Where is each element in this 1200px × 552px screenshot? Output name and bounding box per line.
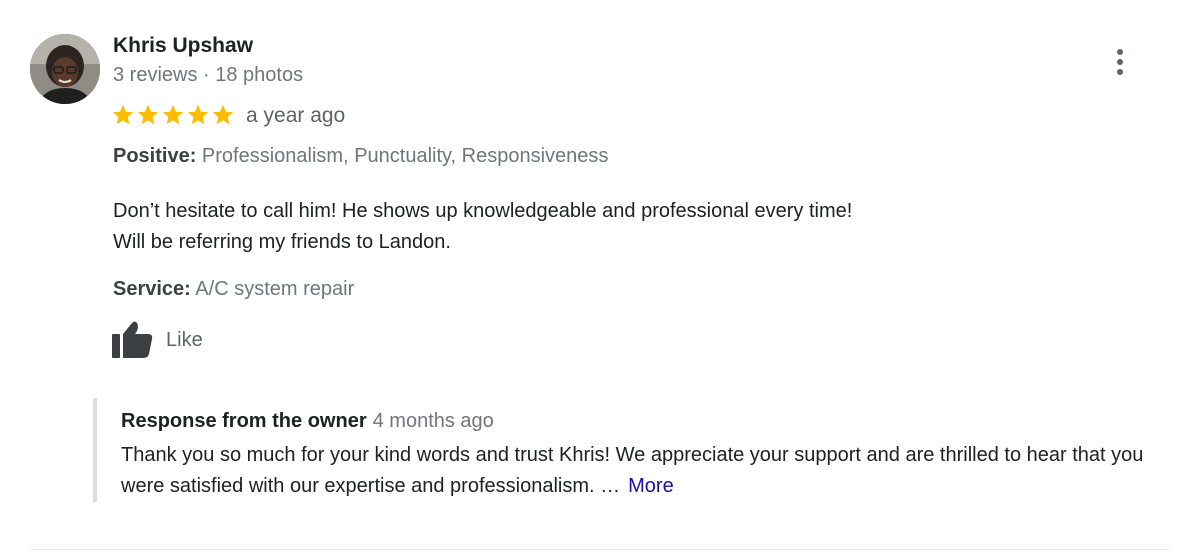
service-key: Service: xyxy=(113,278,191,300)
owner-response-text: Thank you so much for your kind words an… xyxy=(121,440,1171,502)
positive-value: Professionalism, Punctuality, Responsive… xyxy=(201,145,609,167)
star-icon xyxy=(211,103,235,129)
reviewer-meta[interactable]: 3 reviews · 18 photos xyxy=(113,64,303,87)
like-button[interactable]: Like xyxy=(110,320,203,360)
review-text-line: Don’t hesitate to call him! He shows up … xyxy=(113,200,853,222)
owner-response-date: 4 months ago xyxy=(372,410,494,432)
owner-response: Response from the owner 4 months ago Than… xyxy=(93,398,1177,502)
positive-attributes: Positive: Professionalism, Punctuality, … xyxy=(113,145,608,168)
avatar[interactable] xyxy=(30,34,100,104)
service-attribute: Service: A/C system repair xyxy=(113,278,354,301)
owner-response-title: Response from the owner xyxy=(121,410,367,432)
more-vert-icon[interactable] xyxy=(1108,46,1132,78)
star-icon xyxy=(161,103,185,129)
review-text: Don’t hesitate to call him! He shows up … xyxy=(113,196,852,258)
like-label: Like xyxy=(166,328,203,351)
positive-key: Positive: xyxy=(113,145,197,167)
star-icon xyxy=(111,103,135,129)
review-text-line: Will be referring my friends to Landon. xyxy=(113,231,451,253)
review-date: a year ago xyxy=(246,104,346,127)
review-card: Khris Upshaw 3 reviews · 18 photos a yea… xyxy=(0,0,1200,552)
service-value: A/C system repair xyxy=(195,278,355,300)
more-link[interactable]: More xyxy=(628,475,674,497)
owner-response-header: Response from the owner 4 months ago xyxy=(121,410,494,433)
thumbs-up-icon xyxy=(110,320,154,360)
reviewer-name[interactable]: Khris Upshaw xyxy=(113,34,253,58)
star-rating xyxy=(111,103,235,129)
star-icon xyxy=(136,103,160,129)
star-icon xyxy=(186,103,210,129)
divider xyxy=(30,549,1170,550)
